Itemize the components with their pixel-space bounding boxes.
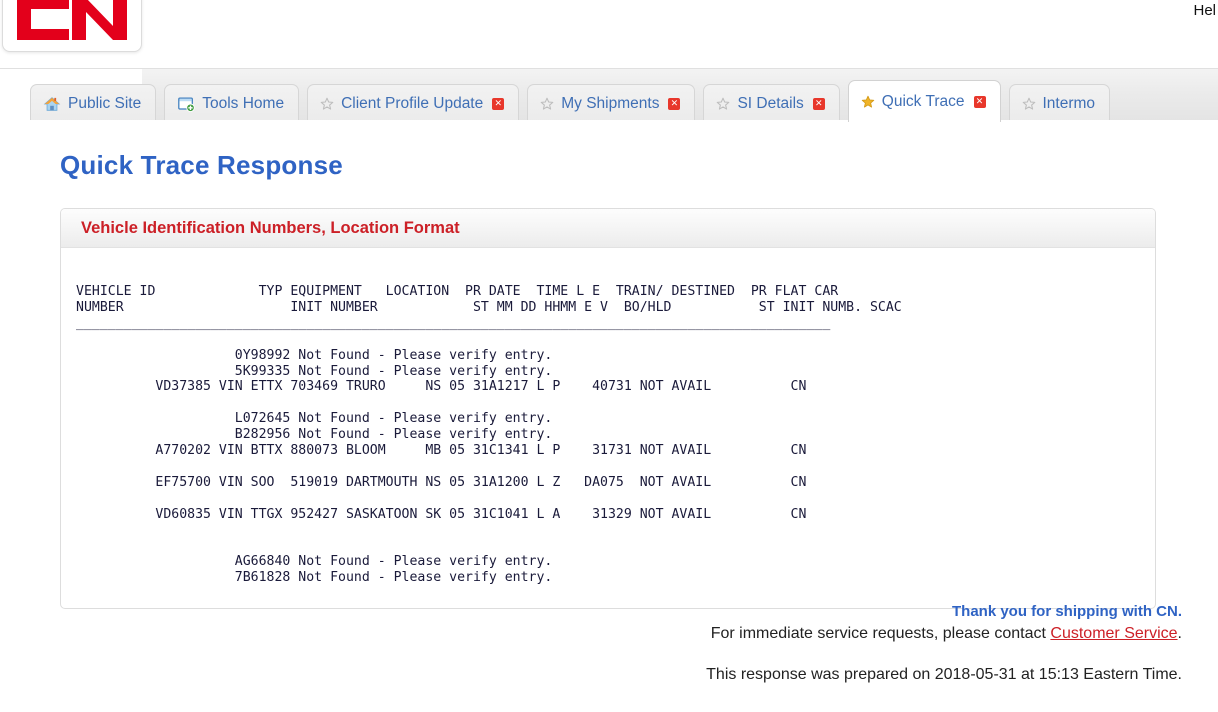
cn-logo[interactable] bbox=[2, 0, 142, 52]
close-icon[interactable]: ✕ bbox=[973, 95, 986, 108]
tab-label: Public Site bbox=[68, 94, 142, 112]
panel-title: Vehicle Identification Numbers, Location… bbox=[61, 209, 1155, 248]
tab-label: SI Details bbox=[737, 94, 804, 112]
page-content: Quick Trace Response Vehicle Identificat… bbox=[0, 120, 1218, 712]
tab-intermodal[interactable]: Intermo bbox=[1008, 84, 1111, 122]
page-title: Quick Trace Response bbox=[60, 150, 343, 180]
tab-bar: Public Site Tools Home Client Profile Up… bbox=[30, 78, 1111, 122]
close-icon[interactable]: ✕ bbox=[812, 97, 825, 110]
help-link[interactable]: Hel bbox=[1193, 2, 1216, 19]
service-prefix: For immediate service requests, please c… bbox=[710, 625, 1051, 642]
tab-public-site[interactable]: Public Site bbox=[30, 84, 157, 122]
window-add-icon bbox=[178, 97, 195, 112]
prepared-timestamp: This response was prepared on 2018-05-31… bbox=[706, 666, 1182, 683]
tab-tools-home[interactable]: Tools Home bbox=[164, 84, 300, 122]
close-icon[interactable]: ✕ bbox=[668, 97, 681, 110]
tab-quick-trace[interactable]: Quick Trace ✕ bbox=[847, 80, 1001, 122]
tab-label: Client Profile Update bbox=[341, 94, 484, 112]
tab-label: Quick Trace bbox=[881, 92, 965, 110]
tab-si-details[interactable]: SI Details ✕ bbox=[703, 84, 840, 122]
star-outline-icon[interactable] bbox=[540, 97, 554, 111]
house-icon bbox=[43, 96, 61, 111]
trace-report: VEHICLE ID TYP EQUIPMENT LOCATION PR DAT… bbox=[76, 284, 902, 586]
tab-label: Tools Home bbox=[202, 94, 285, 112]
panel-body: VEHICLE ID TYP EQUIPMENT LOCATION PR DAT… bbox=[61, 248, 1155, 608]
thanks-message: Thank you for shipping with CN. bbox=[952, 603, 1182, 620]
star-outline-icon[interactable] bbox=[1022, 97, 1036, 111]
tab-client-profile-update[interactable]: Client Profile Update ✕ bbox=[307, 84, 520, 122]
star-filled-icon[interactable] bbox=[861, 95, 875, 109]
star-outline-icon[interactable] bbox=[716, 97, 730, 111]
footer: Thank you for shipping with CN. For imme… bbox=[0, 603, 1200, 684]
star-outline-icon[interactable] bbox=[320, 97, 334, 111]
cn-logo-mark bbox=[17, 0, 127, 40]
tab-label: Intermo bbox=[1042, 94, 1096, 112]
tab-label: My Shipments bbox=[561, 94, 660, 112]
tab-my-shipments[interactable]: My Shipments ✕ bbox=[527, 84, 696, 122]
top-bar: Hel bbox=[0, 0, 1218, 72]
close-icon[interactable]: ✕ bbox=[492, 97, 505, 110]
service-suffix: . bbox=[1177, 625, 1182, 642]
service-request-line: For immediate service requests, please c… bbox=[0, 625, 1182, 643]
customer-service-link[interactable]: Customer Service bbox=[1050, 625, 1177, 642]
results-panel: Vehicle Identification Numbers, Location… bbox=[60, 208, 1156, 610]
